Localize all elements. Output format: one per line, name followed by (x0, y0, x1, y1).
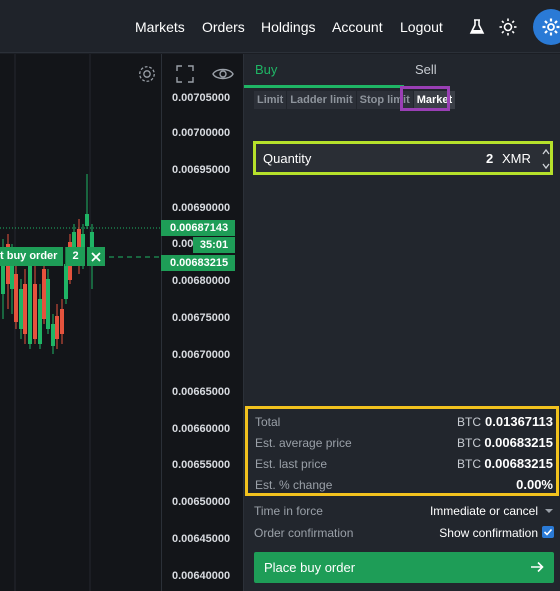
axis-label: 0.00670000 (172, 349, 231, 361)
quantity-field[interactable]: Quantity 2 XMR (253, 141, 553, 175)
summary-value: 0.01367113 (485, 414, 553, 429)
axis-label: 0.00665000 (172, 386, 231, 398)
time-in-force-select[interactable]: Immediate or cancel (430, 504, 538, 518)
order-type-ladder-limit[interactable]: Ladder limit (287, 91, 356, 109)
tab-sell[interactable]: Sell (415, 62, 437, 77)
axis-label: 0.00650000 (172, 496, 231, 508)
axis-label: 0.00645000 (172, 533, 231, 545)
candle-body (19, 289, 23, 329)
summary-pct-change: Est. % change 0.00% (255, 476, 553, 496)
summary-value: 0.00% (516, 477, 553, 492)
quantity-value[interactable]: 2 (486, 151, 493, 166)
time-in-force-label: Time in force (254, 504, 323, 518)
order-marker-label: t buy order (0, 247, 64, 266)
nav-account[interactable]: Account (332, 19, 383, 35)
cancel-order-button[interactable] (86, 247, 105, 266)
nav-holdings[interactable]: Holdings (261, 19, 315, 35)
axis-label: 0.00705000 (172, 92, 231, 104)
candle-body (55, 316, 59, 339)
gear-icon (542, 18, 560, 36)
axis-label: 0.00700000 (172, 127, 231, 139)
candle-body (28, 264, 32, 344)
last-price-tag: 0.00687143 (161, 220, 235, 236)
order-confirmation-row: Order confirmation Show confirmation (254, 524, 554, 542)
order-marker-qty: 2 (65, 247, 85, 266)
buy-sell-tabs: Buy Sell (244, 54, 560, 88)
axis-label: 0.00675000 (172, 312, 231, 324)
top-navigation-bar: Markets Orders Holdings Account Logout (0, 0, 560, 53)
candle-body (14, 274, 18, 322)
candle-body (33, 284, 37, 339)
axis-label: 0.00680000 (172, 275, 231, 287)
axis-label: 0.00655000 (172, 459, 231, 471)
summary-currency: BTC (457, 436, 481, 450)
summary-label: Est. last price (255, 457, 328, 471)
place-buy-order-button[interactable]: Place buy order (254, 552, 554, 583)
candle-timer-tag: 35:01 (193, 237, 235, 253)
tab-buy[interactable]: Buy (255, 62, 277, 77)
arrow-right-icon (531, 561, 544, 573)
summary-avg-price: Est. average price BTC 0.00683215 (255, 434, 553, 454)
nav-markets[interactable]: Markets (135, 19, 185, 35)
stepper-arrows-icon (542, 148, 550, 170)
close-icon (90, 251, 101, 262)
chart-plot-area[interactable] (0, 54, 162, 591)
price-chart[interactable]: 0.00705000 0.00700000 0.00695000 0.00690… (0, 54, 243, 591)
summary-label: Est. average price (255, 436, 352, 450)
show-confirmation-label[interactable]: Show confirmation (439, 526, 538, 540)
summary-last-price: Est. last price BTC 0.00683215 (255, 455, 553, 475)
price-axis: 0.00705000 0.00700000 0.00695000 0.00690… (163, 54, 243, 591)
summary-value: 0.00683215 (484, 435, 553, 450)
chart-order-marker[interactable]: t buy order 2 (0, 247, 105, 266)
candlestick-series (0, 54, 162, 591)
order-summary: Total BTC 0.01367113 Est. average price … (245, 406, 559, 496)
place-order-label: Place buy order (264, 560, 356, 575)
candle-body (42, 269, 46, 319)
candle-body (64, 264, 68, 299)
time-in-force-row: Time in force Immediate or cancel (254, 502, 554, 520)
chevron-down-icon[interactable] (545, 509, 553, 513)
candle-body (46, 279, 50, 329)
candle-body (23, 284, 27, 334)
candle-body (38, 299, 42, 344)
nav-logout[interactable]: Logout (400, 19, 443, 35)
summary-value: 0.00683215 (484, 456, 553, 471)
order-type-limit[interactable]: Limit (254, 91, 287, 109)
sun-icon[interactable] (499, 18, 517, 36)
axis-label: 0.00695000 (172, 164, 231, 176)
axis-label: 0.00660000 (172, 423, 231, 435)
summary-label: Total (255, 415, 281, 429)
active-tab-indicator (244, 85, 404, 88)
chart-settings-icon[interactable] (136, 64, 158, 84)
candle-body (60, 309, 64, 334)
settings-button[interactable] (533, 9, 560, 45)
market-type-highlight (400, 86, 450, 111)
axis-label: 0.00690000 (172, 202, 231, 214)
summary-label: Est. % change (255, 478, 333, 492)
summary-currency: BTC (457, 415, 481, 429)
order-confirmation-label: Order confirmation (254, 526, 354, 540)
order-price-tag: 0.00683215 (161, 255, 235, 271)
axis-label: 0.00640000 (172, 570, 231, 582)
flask-icon[interactable] (468, 18, 486, 36)
candle-body (51, 324, 55, 346)
quantity-unit: XMR (502, 151, 531, 166)
summary-currency: BTC (457, 457, 481, 471)
show-confirmation-checkbox[interactable] (542, 526, 554, 538)
nav-orders[interactable]: Orders (202, 19, 245, 35)
checkmark-icon (543, 528, 553, 536)
quantity-label: Quantity (263, 151, 312, 166)
quantity-stepper[interactable] (540, 146, 552, 172)
summary-total: Total BTC 0.01367113 (255, 413, 553, 433)
candle-body (85, 214, 89, 226)
